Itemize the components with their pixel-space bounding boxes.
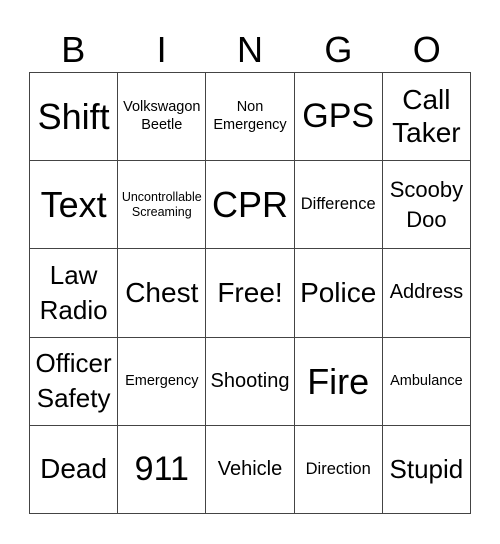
bingo-cell[interactable]: Direction: [294, 425, 383, 514]
bingo-cell[interactable]: Shift: [30, 73, 119, 162]
bingo-cell[interactable]: Uncontrollable Screaming: [118, 161, 207, 250]
bingo-cell[interactable]: Dead: [30, 425, 119, 514]
bingo-cell[interactable]: CPR: [206, 161, 295, 250]
bingo-cell[interactable]: Police: [294, 249, 383, 338]
bingo-cell[interactable]: 911: [118, 425, 207, 514]
bingo-cell[interactable]: Emergency: [118, 337, 207, 426]
bingo-cell[interactable]: Officer Safety: [30, 337, 119, 426]
bingo-cell[interactable]: Ambulance: [382, 337, 471, 426]
bingo-cell[interactable]: Law Radio: [30, 249, 119, 338]
bingo-cell[interactable]: Call Taker: [382, 73, 471, 162]
bingo-cell[interactable]: Fire: [294, 337, 383, 426]
bingo-cell[interactable]: Shooting: [206, 337, 295, 426]
header-letter-b: B: [61, 29, 86, 70]
header-letter-o: O: [412, 29, 441, 70]
bingo-cell[interactable]: Volkswagon Beetle: [118, 73, 207, 162]
free-space-cell[interactable]: Free!: [206, 249, 295, 338]
bingo-header: B I N G O: [29, 28, 471, 72]
bingo-cell[interactable]: Chest: [118, 249, 207, 338]
bingo-cell[interactable]: Difference: [294, 161, 383, 250]
header-letter-i: I: [156, 29, 167, 70]
bingo-cell[interactable]: Address: [382, 249, 471, 338]
bingo-cell[interactable]: GPS: [294, 73, 383, 162]
header-letter-n: N: [236, 29, 263, 70]
bingo-board: Shift Volkswagon Beetle Non Emergency GP…: [29, 72, 471, 514]
bingo-cell[interactable]: Non Emergency: [206, 73, 295, 162]
bingo-cell[interactable]: Scooby Doo: [382, 161, 471, 250]
bingo-cell[interactable]: Text: [30, 161, 119, 250]
header-letter-g: G: [324, 29, 353, 70]
bingo-cell[interactable]: Vehicle: [206, 425, 295, 514]
bingo-cell[interactable]: Stupid: [382, 425, 471, 514]
